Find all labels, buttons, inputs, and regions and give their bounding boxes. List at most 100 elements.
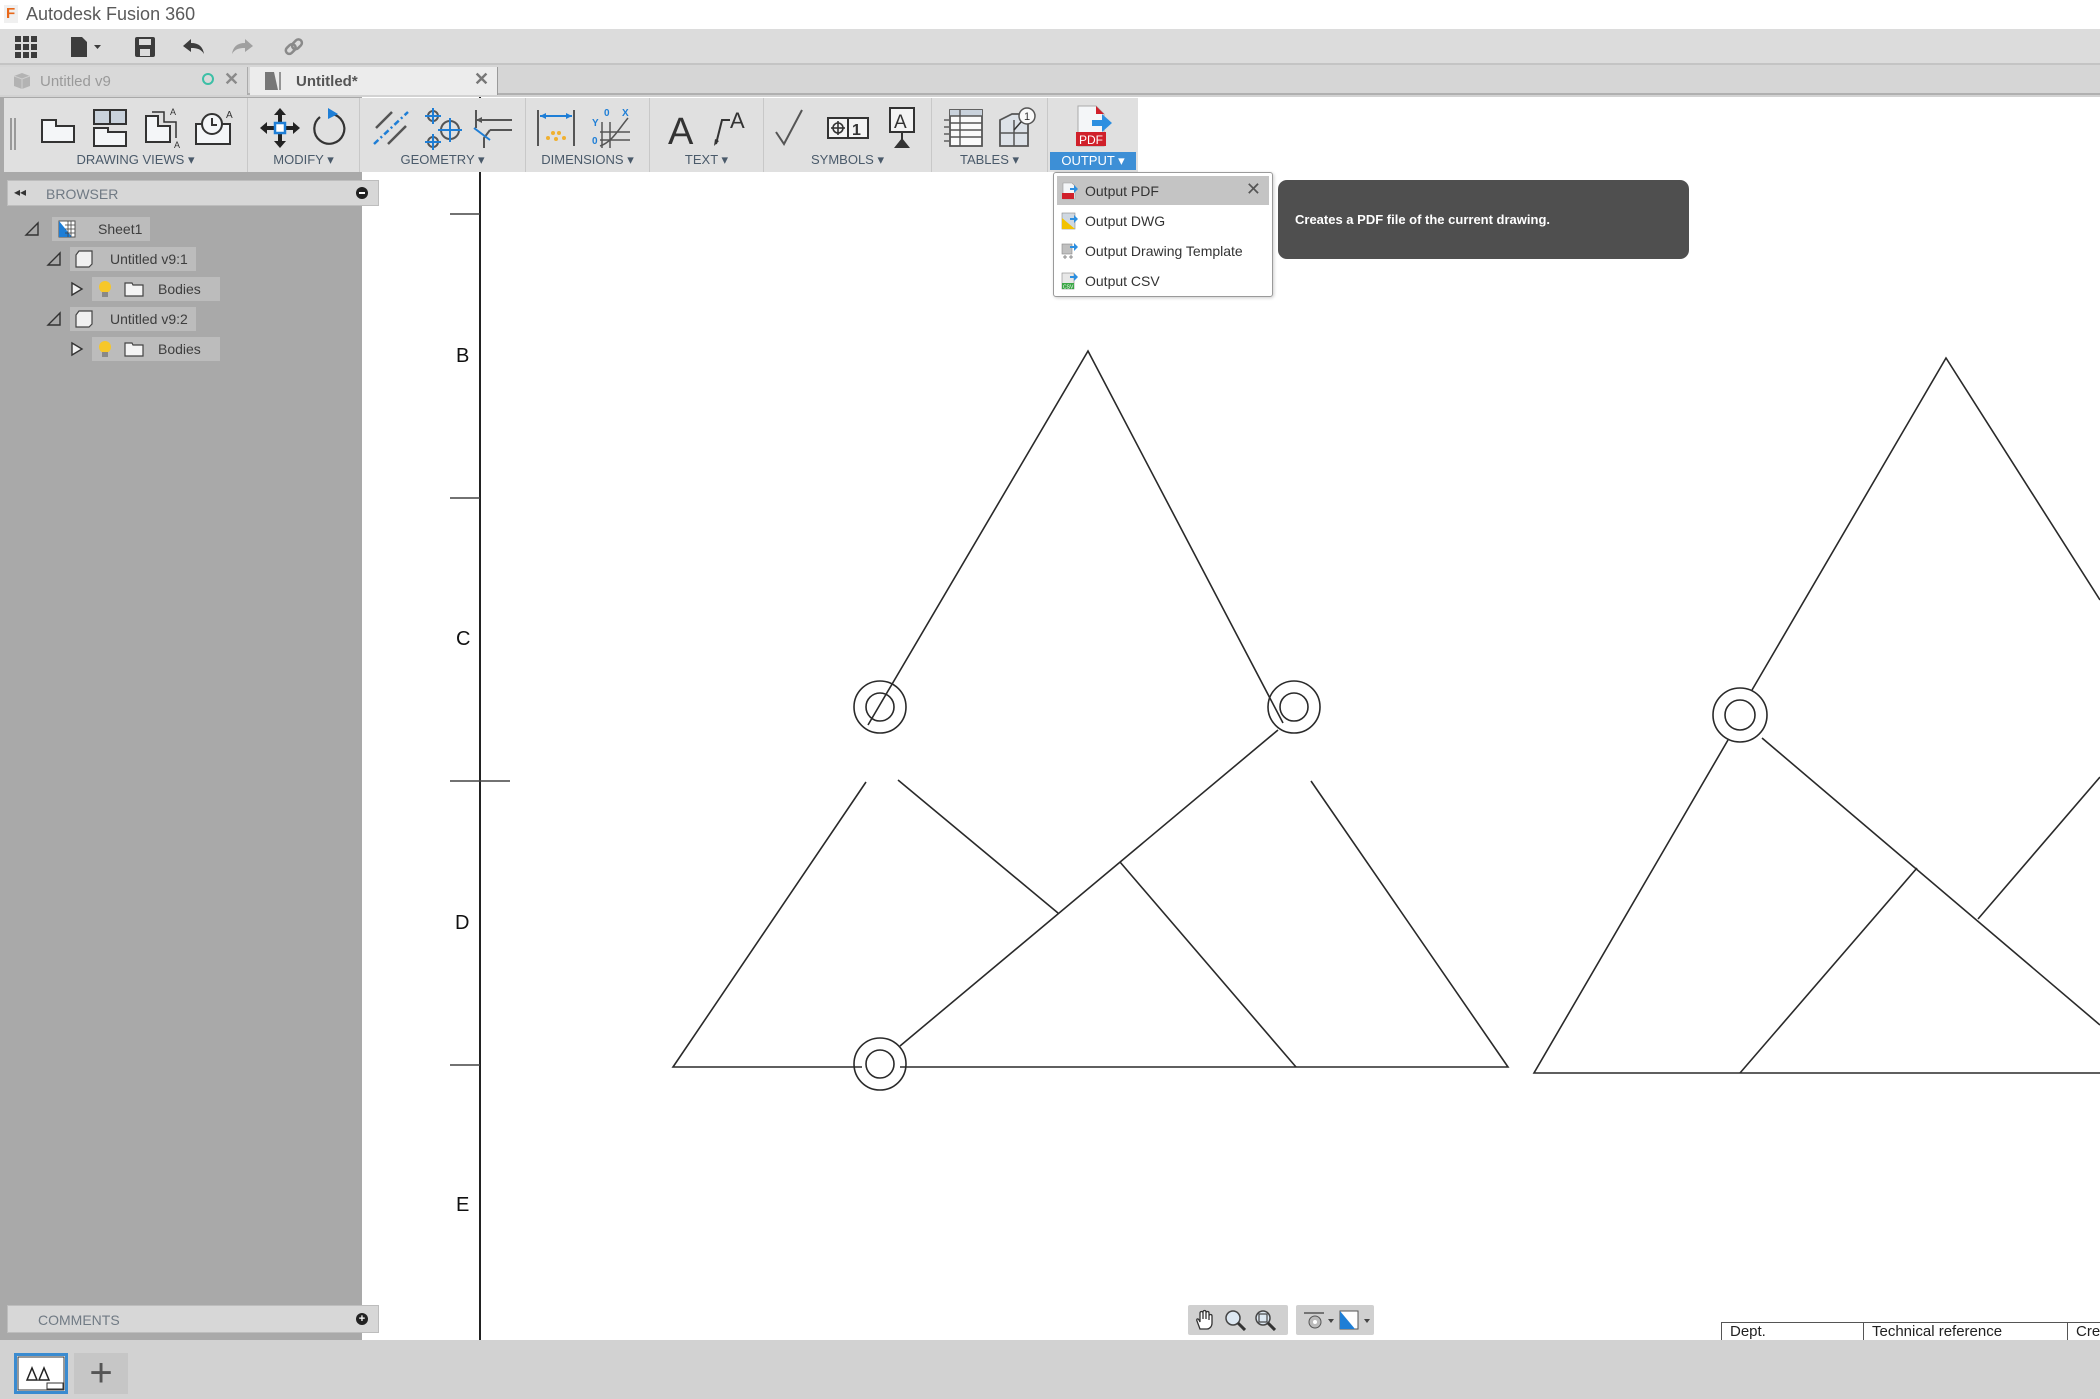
surface-texture-icon[interactable]	[772, 106, 816, 150]
move-icon[interactable]	[258, 106, 302, 150]
undo-icon[interactable]	[180, 33, 208, 61]
ribbon-group-label[interactable]: TABLES ▾	[932, 152, 1047, 168]
browser-title: BROWSER	[46, 186, 119, 202]
centerline-icon[interactable]	[370, 106, 414, 150]
collapse-panel-icon[interactable]: ◂◂	[14, 185, 26, 199]
ribbon-group-label[interactable]: TEXT ▾	[650, 152, 763, 168]
sheet-settings-icon[interactable]	[1338, 1309, 1372, 1331]
close-tab-icon[interactable]: ✕	[474, 69, 489, 90]
ribbon-group-symbols: 1 A SYMBOLS ▾	[764, 98, 932, 172]
inner-edge-a	[1739, 867, 1918, 1074]
ribbon-group-label[interactable]: GEOMETRY ▾	[360, 152, 525, 168]
inner-diagonal	[1761, 737, 2100, 1026]
inner-edge-a	[897, 779, 1059, 914]
center-mark-icon[interactable]	[422, 106, 466, 150]
pdf-icon	[1062, 182, 1078, 199]
hinge-inner	[1279, 692, 1309, 722]
collapsed-triangle-icon[interactable]	[70, 341, 84, 357]
model-doc-icon	[13, 73, 31, 89]
tree-item-sheet1[interactable]: Sheet1	[24, 217, 151, 241]
text-icon[interactable]: A	[660, 106, 704, 150]
edge-extension-icon[interactable]	[472, 106, 516, 150]
section-view-icon[interactable]: AA	[140, 106, 184, 150]
ribbon-group-modify: MODIFY ▾	[248, 98, 360, 172]
svg-text:X: X	[622, 108, 629, 119]
table-icon[interactable]	[942, 106, 986, 150]
fit-icon[interactable]	[1254, 1309, 1276, 1331]
menu-item-output-pdf[interactable]: Output PDF ✕	[1057, 176, 1269, 205]
lightbulb-icon[interactable]	[98, 280, 112, 298]
projected-view-icon[interactable]	[88, 106, 132, 150]
ordinate-dimension-icon[interactable]: 0 XY0	[588, 106, 632, 150]
hinge-outer	[1712, 687, 1768, 743]
title-block-dept: Dept.	[1721, 1322, 1864, 1340]
expand-triangle-icon[interactable]	[46, 251, 62, 267]
output-pdf-icon[interactable]: PDF	[1070, 104, 1114, 148]
sheet-thumbnail[interactable]	[14, 1353, 68, 1394]
ribbon-group-label[interactable]: MODIFY ▾	[248, 152, 359, 168]
comments-header[interactable]: COMMENTS +	[7, 1305, 379, 1333]
base-edge	[900, 780, 1510, 1068]
ribbon-group-label[interactable]: SYMBOLS ▾	[764, 152, 931, 168]
save-icon[interactable]	[132, 33, 158, 61]
template-icon	[1061, 242, 1078, 259]
file-icon[interactable]	[68, 33, 104, 61]
link-icon[interactable]	[280, 33, 308, 61]
close-tab-icon[interactable]: ✕	[224, 69, 239, 90]
ribbon-group-drawing-views: AA A DRAWING VIEWS ▾	[24, 98, 248, 172]
ribbon-toolbar: AA A DRAWING VIEWS ▾ MODIFY ▾ GEOMETRY ▾…	[4, 98, 1138, 172]
expand-triangle-icon[interactable]	[46, 311, 62, 327]
tooltip: Creates a PDF file of the current drawin…	[1278, 180, 1689, 259]
tab-untitled-v9[interactable]: Untitled v9 ✕	[0, 67, 248, 95]
rotate-icon[interactable]	[308, 106, 352, 150]
redo-icon[interactable]	[228, 33, 256, 61]
ribbon-group-label-output[interactable]: OUTPUT ▾	[1050, 152, 1136, 170]
csv-icon: CSV	[1061, 272, 1078, 290]
ribbon-group-label[interactable]: DRAWING VIEWS ▾	[24, 152, 247, 168]
display-settings-icon[interactable]	[1302, 1309, 1336, 1331]
add-comment-icon[interactable]: +	[356, 1313, 368, 1325]
base-view-icon[interactable]	[36, 106, 80, 150]
balloon-icon[interactable]: 1	[994, 106, 1038, 150]
dimension-icon[interactable]	[534, 106, 578, 150]
lightbulb-icon[interactable]	[98, 340, 112, 358]
datum-identifier-icon[interactable]: A	[880, 106, 924, 150]
tree-item-untitled-v9-2[interactable]: Untitled v9:2	[46, 307, 196, 331]
feature-control-frame-icon[interactable]: 1	[826, 106, 870, 150]
menu-item-output-dwg[interactable]: Output DWG	[1057, 206, 1269, 235]
tree-item-bodies-1[interactable]: Bodies	[70, 277, 220, 301]
menu-item-output-drawing-template[interactable]: Output Drawing Template	[1057, 236, 1269, 265]
tree-item-bodies-2[interactable]: Bodies	[70, 337, 220, 361]
hinge-outer	[853, 1037, 907, 1091]
svg-text:0: 0	[604, 108, 610, 119]
close-menu-icon[interactable]: ✕	[1246, 179, 1261, 200]
detail-view-icon[interactable]: A	[192, 106, 236, 150]
tab-label: Untitled*	[296, 72, 358, 90]
zone-label-b: B	[456, 345, 470, 367]
zoom-window-icon[interactable]	[1224, 1309, 1246, 1331]
ribbon-grip-handle[interactable]	[10, 118, 16, 150]
collapsed-triangle-icon[interactable]	[70, 281, 84, 297]
document-tab-bar: Untitled v9 ✕ Untitled* ✕	[0, 65, 2100, 95]
pan-icon[interactable]	[1194, 1309, 1216, 1331]
folder-icon	[124, 282, 144, 297]
expand-triangle-icon[interactable]	[24, 221, 40, 237]
menu-item-output-csv[interactable]: CSV Output CSV	[1057, 266, 1269, 295]
grid-icon[interactable]	[12, 33, 40, 61]
svg-text:PDF: PDF	[1079, 133, 1103, 147]
svg-text:CSV: CSV	[1063, 284, 1074, 290]
browser-header[interactable]: ◂◂ BROWSER	[7, 180, 379, 206]
ribbon-group-label[interactable]: DIMENSIONS ▾	[526, 152, 649, 168]
tree-item-untitled-v9-1[interactable]: Untitled v9:1	[46, 247, 196, 271]
tab-untitled-drawing[interactable]: Untitled* ✕	[250, 67, 498, 95]
drawing-view-2[interactable]	[1532, 356, 2100, 1074]
tree-item-label: Bodies	[158, 341, 201, 357]
tab-label: Untitled v9	[40, 72, 111, 90]
app-title: Autodesk Fusion 360	[26, 4, 196, 24]
zone-label-d: D	[455, 912, 470, 934]
add-sheet-button[interactable]: +	[74, 1351, 128, 1395]
leader-text-icon[interactable]: A	[710, 106, 754, 150]
minimize-panel-icon[interactable]	[356, 187, 368, 199]
drawing-view-1[interactable]	[671, 349, 1510, 1091]
svg-text:A: A	[174, 140, 180, 150]
